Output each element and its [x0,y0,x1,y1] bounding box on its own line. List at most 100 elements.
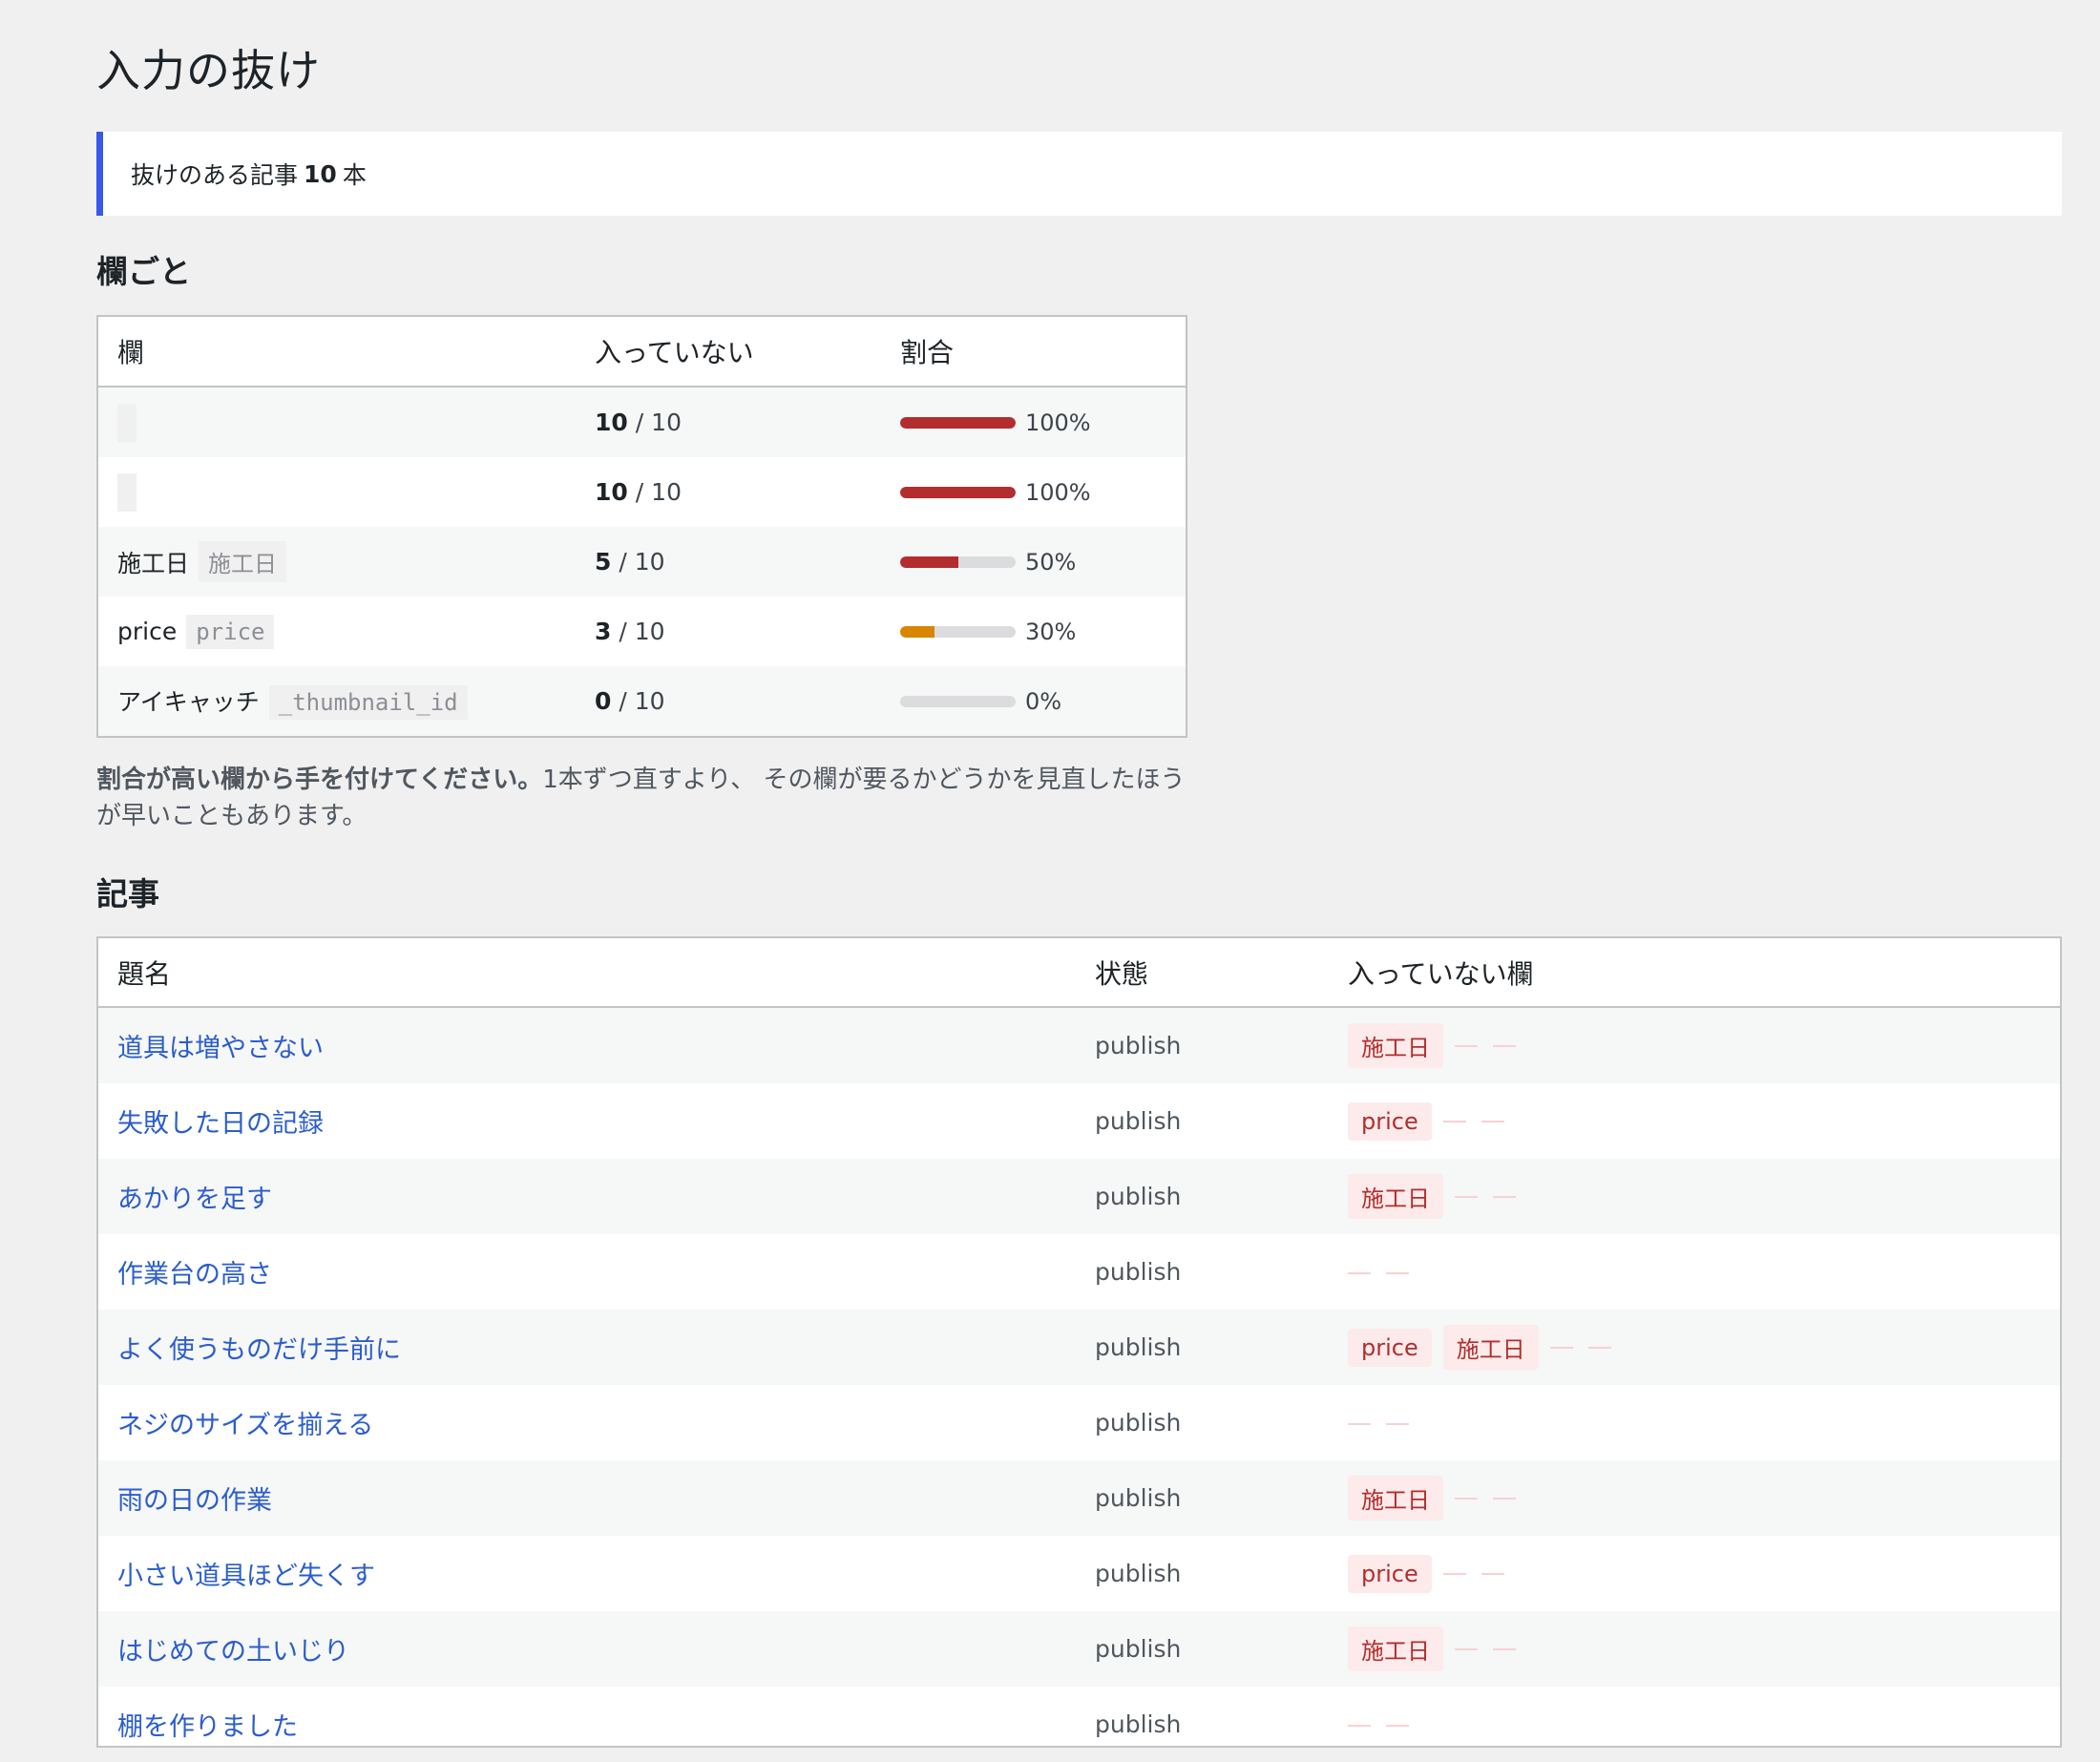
post-title-cell: 棚を作りました [98,1706,1076,1743]
post-row: あかりを足す publish 施工日 [98,1159,2060,1234]
post-row: 小さい道具ほど失くす publish price [98,1536,2060,1611]
fields-table-header: 欄 入っていない 割合 [98,317,1186,388]
placeholder-dash [1587,1346,1611,1349]
col-field: 欄 [117,337,145,368]
post-row: よく使うものだけ手前に publish price 施工日 [98,1310,2060,1385]
ratio-percent: 100% [1025,478,1091,506]
field-row: 10 / 10 100% [98,388,1186,457]
missing-fields-cell: 施工日 [1329,1476,1997,1521]
post-row: 道具は増やさない publish 施工日 [98,1008,2060,1083]
missing-count-cell: 0/ 10 [576,687,881,715]
notice-prefix: 抜けのある記事 [131,161,299,189]
missing-count: 0 [595,687,612,715]
post-status: publish [1095,1183,1182,1210]
field-row: アイキャッチ _thumbnail_id 0/ 10 0% [98,666,1186,736]
fields-note: 割合が高い欄から手を付けてください。1本ずつ直すより、 その欄が要るかどうかを見… [96,762,1194,834]
col-missing: 入っていない [595,337,754,368]
missing-count-cell: 3 / 10 [576,618,881,645]
missing-field-tag: price [1348,1328,1432,1367]
post-title-link[interactable]: あかりを足す [117,1185,272,1214]
post-status: publish [1095,1409,1182,1437]
total-count: / 10 [619,618,665,645]
ratio-cell: 50% [881,549,1167,576]
post-title-link[interactable]: 作業台の高さ [117,1260,272,1290]
missing-fields-cell: price [1329,1554,1997,1593]
post-status: publish [1095,1484,1182,1512]
placeholder-dash [1480,1120,1504,1122]
total-count: / 10 [635,478,682,506]
post-status: publish [1095,1333,1182,1361]
placeholder-dash [1348,1422,1371,1425]
total-count: / 10 [619,548,665,576]
missing-count: 5 [595,548,612,576]
ratio-progress-bar [900,486,1016,498]
notice-suffix: 本 [342,161,367,189]
page-title: 入力の抜け [96,45,321,96]
field-name-cell [98,403,576,442]
post-status: publish [1095,1635,1182,1663]
post-title-link[interactable]: ネジのサイズを揃える [117,1411,373,1440]
missing-count: 3 [595,618,612,645]
field-label: price [117,617,178,645]
field-label: アイキャッチ [117,687,260,716]
missing-field-tag: 施工日 [1348,1023,1443,1068]
ratio-percent: 50% [1025,548,1077,576]
post-row: ネジのサイズを揃える publish [98,1385,2060,1460]
post-title-link[interactable]: 雨の日の作業 [117,1486,272,1516]
missing-field-tag: price [1348,1101,1432,1141]
post-title-cell: 小さい道具ほど失くす [98,1555,1076,1592]
placeholder-dash [1493,1044,1516,1047]
post-title-cell: 雨の日の作業 [98,1479,1076,1517]
field-name-cell [98,472,576,512]
post-title-cell: よく使うものだけ手前に [98,1329,1076,1366]
post-title-link[interactable]: 小さい道具ほど失くす [117,1562,375,1591]
ratio-cell: 100% [881,409,1167,436]
field-row: 施工日 施工日 5/ 10 50% [98,527,1186,597]
placeholder-dash [1442,1572,1466,1575]
missing-field-tag: price [1348,1554,1432,1593]
field-key-code: _thumbnail_id [268,684,468,720]
missing-fields-cell: 施工日 [1329,1626,1997,1671]
post-status: publish [1095,1032,1182,1059]
missing-count-cell: 10 / 10 [576,409,881,436]
ratio-progress-fill [900,625,935,638]
posts-table: 題名 状態 入っていない欄 道具は増やさない publish 施工日 失敗した日の記録… [96,936,2062,1748]
post-row: 失敗した日の記録 publish price [98,1083,2060,1159]
post-title-link[interactable]: はじめての土いじり [117,1637,349,1667]
field-name-cell: アイキャッチ _thumbnail_id [98,683,576,720]
fields-table: 欄 入っていない 割合 10/ 10 100% 10/ 10 100% 施工日 施工日 5/… [96,315,1187,738]
notice-count: 10 [304,159,337,188]
ratio-progress-fill [900,556,958,568]
missing-fields-cell [1329,1414,1997,1432]
post-title-cell: 道具は増やさない [98,1027,1076,1064]
total-count: / 10 [635,409,682,436]
col-title: 題名 [117,957,172,990]
placeholder-dash [1480,1572,1504,1575]
post-title-link[interactable]: 道具は増やさない [117,1034,324,1063]
post-title-link[interactable]: 棚を作りました [117,1712,298,1742]
field-name-cell: 施工日 施工日 [98,541,576,582]
summary-notice: 抜けのある記事 10 本 [96,132,2062,216]
posts-heading: 記事 [96,875,159,912]
field-name-cell: price price [98,614,576,649]
missing-field-tag: 施工日 [1348,1626,1443,1671]
post-status: publish [1095,1710,1182,1738]
placeholder-dash [1386,1422,1409,1425]
post-row: 棚を作りました publish [98,1687,2060,1762]
placeholder-dash [1549,1346,1573,1349]
placeholder-dash [1348,1271,1371,1274]
placeholder-dash [1386,1724,1409,1727]
placeholder-dash [1455,1497,1478,1500]
post-title-link[interactable]: よく使うものだけ手前に [117,1335,401,1365]
post-row: 雨の日の作業 publish 施工日 [98,1460,2060,1536]
field-row: 10/ 10 100% [98,457,1186,527]
post-status: publish [1095,1107,1182,1135]
field-key-code [117,403,136,442]
ratio-progress-bar [900,556,1016,568]
field-row: price price 3 / 10 30% [98,597,1186,666]
missing-count: 10 [595,409,628,436]
post-title-link[interactable]: 失敗した日の記録 [117,1109,324,1139]
ratio-percent: 0% [1025,687,1062,715]
post-row: はじめての土いじり publish 施工日 [98,1611,2060,1687]
placeholder-dash [1455,1647,1478,1650]
